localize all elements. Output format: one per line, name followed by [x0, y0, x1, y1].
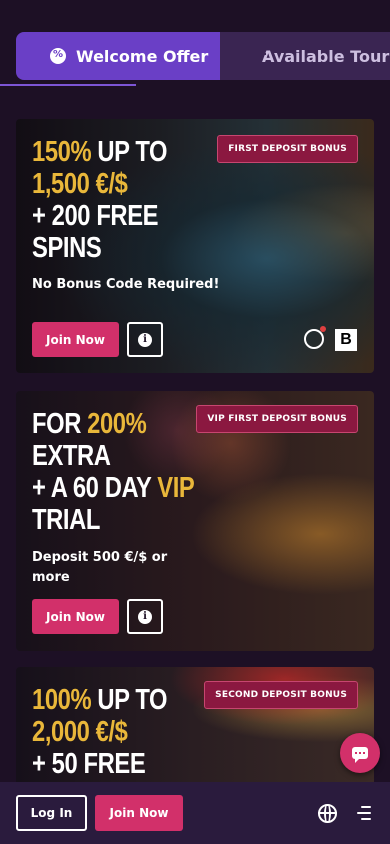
- headline-part: 150%: [32, 136, 92, 168]
- offer-subtitle: Deposit 500 €/$ or more: [32, 550, 168, 585]
- b-logo-icon: B: [335, 329, 357, 351]
- headline-part: TRIAL: [32, 504, 100, 536]
- headline-part: EXTRA: [32, 440, 111, 472]
- headline-part: SPINS: [32, 232, 102, 264]
- offer-subtitle: No Bonus Code Required!: [32, 277, 220, 292]
- headline-part: UP TO: [91, 136, 168, 168]
- offer-badge: SECOND DEPOSIT BONUS: [204, 681, 358, 709]
- headline-part: 200%: [87, 408, 147, 440]
- hamburger-menu-icon[interactable]: [357, 806, 371, 820]
- offer-headline: 100% UP TO 2,000 €/$ + 50 FREE: [32, 684, 168, 780]
- chat-bubble-icon: [352, 747, 368, 763]
- info-icon: i: [138, 332, 152, 347]
- join-now-button[interactable]: Join Now: [32, 322, 119, 357]
- offer-card-vip-first-deposit: VIP FIRST DEPOSIT BONUS FOR 200% EXTRA +…: [16, 391, 374, 651]
- info-icon: i: [138, 609, 152, 624]
- info-button[interactable]: i: [127, 599, 163, 634]
- headline-part: + 50 FREE: [32, 748, 146, 780]
- headline-part: + 200 FREE: [32, 200, 159, 232]
- headline-part: FOR: [32, 408, 88, 440]
- headline-part: VIP: [157, 472, 195, 504]
- join-now-button[interactable]: Join Now: [32, 599, 119, 634]
- headline-part: UP TO: [91, 684, 168, 716]
- bomb-logo-icon: [304, 326, 326, 349]
- headline-part: + A 60 DAY: [32, 472, 158, 504]
- headline-part: 100%: [32, 684, 92, 716]
- bottom-bar: Log In Join Now: [0, 782, 390, 844]
- offer-card-first-deposit: FIRST DEPOSIT BONUS 150% UP TO 1,500 €/$…: [16, 119, 374, 373]
- tab-scroll-indicator: [0, 84, 136, 86]
- offer-headline: 150% UP TO 1,500 €/$ + 200 FREE SPINS: [32, 136, 168, 264]
- headline-part: 2,000 €/$: [32, 716, 128, 748]
- offer-headline: FOR 200% EXTRA + A 60 DAY VIP TRIAL: [32, 408, 195, 536]
- headline-part: 1,500 €/$: [32, 168, 128, 200]
- login-button[interactable]: Log In: [16, 795, 87, 831]
- tab-available-tournaments[interactable]: Available Tournaments: [220, 32, 390, 80]
- info-button[interactable]: i: [127, 322, 163, 357]
- globe-icon[interactable]: [318, 804, 337, 823]
- tab-label: Available Tournaments: [262, 46, 390, 66]
- percent-badge-icon: [50, 48, 66, 64]
- offer-tabs: Welcome Offer Available Tournaments: [16, 32, 390, 80]
- offer-badge: FIRST DEPOSIT BONUS: [217, 135, 358, 163]
- offer-card-second-deposit: SECOND DEPOSIT BONUS 100% UP TO 2,000 €/…: [16, 667, 374, 787]
- tab-label: Welcome Offer: [76, 46, 209, 66]
- tab-welcome-offer[interactable]: Welcome Offer: [16, 32, 220, 80]
- chat-button[interactable]: [340, 733, 380, 773]
- offer-badge: VIP FIRST DEPOSIT BONUS: [196, 405, 358, 433]
- join-now-button[interactable]: Join Now: [95, 795, 183, 831]
